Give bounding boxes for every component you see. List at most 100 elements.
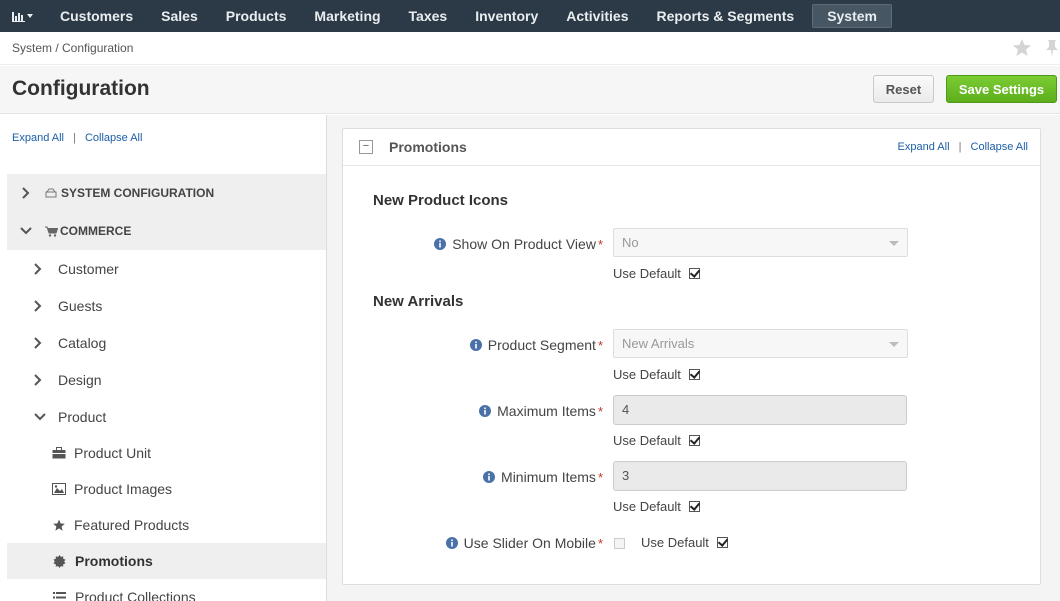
tree-group-system-configuration[interactable]: SYSTEM CONFIGURATION xyxy=(7,174,326,212)
tree-leaf-promotions[interactable]: Promotions xyxy=(7,543,326,579)
tree-item-guests[interactable]: Guests xyxy=(30,287,102,324)
field-label-text: Use Slider On Mobile xyxy=(463,535,596,551)
info-icon[interactable] xyxy=(445,537,458,549)
dashboard-menu-button[interactable] xyxy=(0,0,46,32)
field-label-use-slider-on-mobile: Use Slider On Mobile * xyxy=(445,535,603,551)
nav-reports-segments[interactable]: Reports & Segments xyxy=(642,0,808,32)
info-icon[interactable] xyxy=(483,471,496,483)
field-label-text: Show On Product View xyxy=(452,236,596,252)
expand-all-link[interactable]: Expand All xyxy=(12,132,64,144)
page-header: Configuration Reset Save Settings xyxy=(0,66,1060,114)
bar-chart-icon xyxy=(12,12,33,22)
config-tree-sidebar: Expand All | Collapse All SYSTEM CONFIGU… xyxy=(0,115,327,601)
breadcrumb-bar: System / Configuration xyxy=(0,32,1060,65)
separator: | xyxy=(958,141,962,153)
hdd-icon xyxy=(45,188,57,198)
minimum-items-input[interactable]: 3 xyxy=(613,461,907,491)
nav-marketing[interactable]: Marketing xyxy=(300,0,394,32)
page-title: Configuration xyxy=(12,77,150,100)
field-label-show-on-product-view: Show On Product View * xyxy=(434,236,603,252)
tree-item-customer[interactable]: Customer xyxy=(30,250,119,287)
info-icon[interactable] xyxy=(469,339,482,351)
panel-header: − Promotions Expand All | Collapse All xyxy=(343,129,1040,166)
select-value: New Arrivals xyxy=(622,336,695,351)
nav-sales[interactable]: Sales xyxy=(147,0,212,32)
use-default-checkbox[interactable] xyxy=(688,369,700,380)
tree-leaf-product-unit[interactable]: Product Unit xyxy=(7,435,326,471)
star-favorite-icon[interactable] xyxy=(1012,38,1032,58)
tree-leaf-label: Product Images xyxy=(74,481,173,497)
panel-title: Promotions xyxy=(389,139,467,155)
nav-customers[interactable]: Customers xyxy=(46,0,147,32)
product-segment-select[interactable]: New Arrivals xyxy=(613,329,908,358)
chevron-right-icon xyxy=(7,187,45,199)
chevron-right-icon xyxy=(30,262,58,275)
use-default-label: Use Default xyxy=(641,535,709,550)
nav-activities[interactable]: Activities xyxy=(552,0,642,32)
tree-item-catalog[interactable]: Catalog xyxy=(30,324,106,361)
picture-icon xyxy=(7,483,66,495)
tree-leaf-featured-products[interactable]: Featured Products xyxy=(7,507,326,543)
tree-leaf-label: Product Collections xyxy=(75,589,196,601)
collapse-all-link[interactable]: Collapse All xyxy=(85,132,142,144)
breadcrumb: System / Configuration xyxy=(12,41,134,55)
required-mark: * xyxy=(597,403,603,419)
field-label-product-segment: Product Segment * xyxy=(469,337,603,353)
select-value: No xyxy=(622,235,639,250)
nav-products[interactable]: Products xyxy=(212,0,301,32)
reset-button[interactable]: Reset xyxy=(873,75,934,103)
tree-leaf-label: Promotions xyxy=(75,553,153,569)
collapse-section-button[interactable]: − xyxy=(359,140,373,154)
panel-expand-all-link[interactable]: Expand All xyxy=(898,141,950,153)
chevron-right-icon xyxy=(30,336,58,349)
top-navigation: Customers Sales Products Marketing Taxes… xyxy=(0,0,1060,32)
tree-item-product[interactable]: Product xyxy=(30,398,106,435)
required-mark: * xyxy=(597,469,603,485)
use-default-use-slider-on-mobile: Use Default xyxy=(641,535,728,550)
use-slider-on-mobile-checkbox[interactable] xyxy=(614,538,625,549)
tree-item-design[interactable]: Design xyxy=(30,361,102,398)
use-default-minimum-items: Use Default xyxy=(613,499,700,514)
list-icon xyxy=(7,591,66,601)
chevron-down-icon xyxy=(30,412,58,421)
use-default-checkbox[interactable] xyxy=(688,268,700,279)
shopping-cart-icon xyxy=(45,226,58,237)
tree-item-label: Customer xyxy=(58,260,119,277)
use-default-checkbox[interactable] xyxy=(688,501,700,512)
info-icon[interactable] xyxy=(434,238,447,250)
panel-collapse-all-link[interactable]: Collapse All xyxy=(971,141,1028,153)
tree-leaf-product-collections[interactable]: Product Collections xyxy=(7,579,326,601)
use-default-show-on-product-view: Use Default xyxy=(613,266,700,281)
tree-group-label: SYSTEM CONFIGURATION xyxy=(61,186,215,200)
nav-inventory[interactable]: Inventory xyxy=(461,0,552,32)
section-title-new-product-icons: New Product Icons xyxy=(373,192,509,209)
field-label-maximum-items: Maximum Items * xyxy=(479,403,603,419)
section-title-new-arrivals: New Arrivals xyxy=(373,293,464,310)
chevron-right-icon xyxy=(30,373,58,386)
tree-leaf-product-images[interactable]: Product Images xyxy=(7,471,326,507)
nav-system[interactable]: System xyxy=(812,4,892,28)
tree-leaf-label: Featured Products xyxy=(74,517,190,533)
required-mark: * xyxy=(597,236,603,252)
required-mark: * xyxy=(597,337,603,353)
pin-icon[interactable] xyxy=(1042,38,1060,58)
nav-taxes[interactable]: Taxes xyxy=(395,0,462,32)
tree-group-commerce[interactable]: COMMERCE xyxy=(7,212,326,250)
tree-group-label: COMMERCE xyxy=(60,224,132,238)
field-label-text: Minimum Items xyxy=(501,469,596,485)
use-default-label: Use Default xyxy=(613,499,681,514)
caret-down-icon xyxy=(889,241,899,246)
panel-actions: Expand All | Collapse All xyxy=(898,141,1028,153)
maximum-items-input[interactable]: 4 xyxy=(613,395,907,425)
tree-item-label: Catalog xyxy=(58,334,107,351)
field-label-minimum-items: Minimum Items * xyxy=(483,469,603,485)
caret-down-icon xyxy=(889,342,899,347)
show-on-product-view-select[interactable]: No xyxy=(613,228,908,257)
promotions-panel: − Promotions Expand All | Collapse All N… xyxy=(342,128,1041,585)
use-default-checkbox[interactable] xyxy=(716,537,728,548)
info-icon[interactable] xyxy=(479,405,492,417)
use-default-checkbox[interactable] xyxy=(688,435,700,446)
star-icon xyxy=(7,519,66,532)
save-settings-button[interactable]: Save Settings xyxy=(946,75,1057,103)
tree-item-label: Guests xyxy=(58,297,103,314)
